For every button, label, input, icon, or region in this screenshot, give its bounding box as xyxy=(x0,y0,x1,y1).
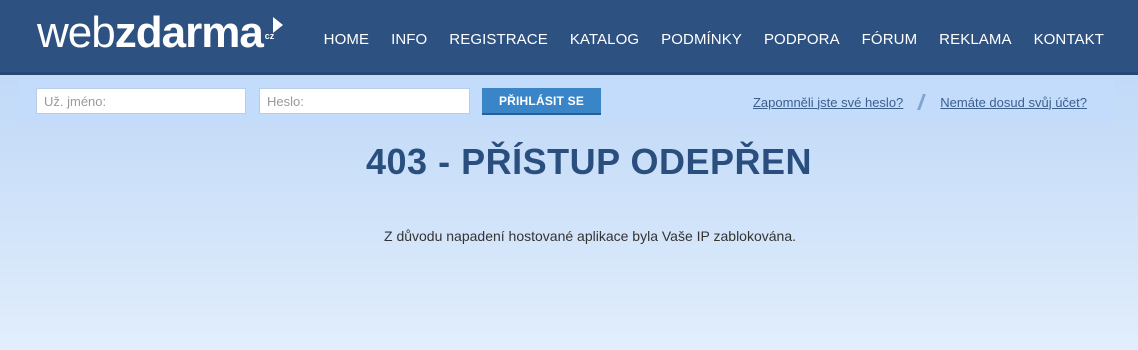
webzdarma-logo[interactable]: web zdarma cz xyxy=(37,8,284,58)
link-separator xyxy=(917,94,927,110)
nav-katalog[interactable]: KATALOG xyxy=(570,31,639,48)
logo-text-zdarma: zdarma xyxy=(114,8,264,57)
nav-reklama[interactable]: REKLAMA xyxy=(939,31,1011,48)
error-message: Z důvodu napadení hostované aplikace byl… xyxy=(384,228,796,244)
nav-info[interactable]: INFO xyxy=(391,31,427,48)
no-account-link[interactable]: Nemáte dosud svůj účet? xyxy=(940,95,1087,110)
site-header: web zdarma cz HOME INFO REGISTRACE KATALOG… xyxy=(0,0,1138,75)
page-title: 403 - PŘÍSTUP ODEPŘEN xyxy=(366,141,812,182)
main-nav: HOME INFO REGISTRACE KATALOG PODMÍNKY PO… xyxy=(324,31,1104,48)
nav-podpora[interactable]: PODPORA xyxy=(764,31,840,48)
account-links: Zapomněli jste své heslo? Nemáte dosud s… xyxy=(753,94,1087,110)
nav-kontakt[interactable]: KONTAKT xyxy=(1034,31,1104,48)
logo-text-web: web xyxy=(37,8,116,57)
nav-forum[interactable]: FÓRUM xyxy=(862,31,918,48)
forgot-password-link[interactable]: Zapomněli jste své heslo? xyxy=(753,95,903,110)
logo-arrow-icon xyxy=(273,17,284,33)
password-input[interactable] xyxy=(259,88,470,114)
username-input[interactable] xyxy=(36,88,246,114)
nav-home[interactable]: HOME xyxy=(324,31,369,48)
login-button[interactable]: PŘIHLÁSIT SE xyxy=(482,88,601,115)
nav-podminky[interactable]: PODMÍNKY xyxy=(661,31,742,48)
login-bar: PŘIHLÁSIT SE Zapomněli jste své heslo? N… xyxy=(18,80,1114,122)
nav-registrace[interactable]: REGISTRACE xyxy=(449,31,548,48)
